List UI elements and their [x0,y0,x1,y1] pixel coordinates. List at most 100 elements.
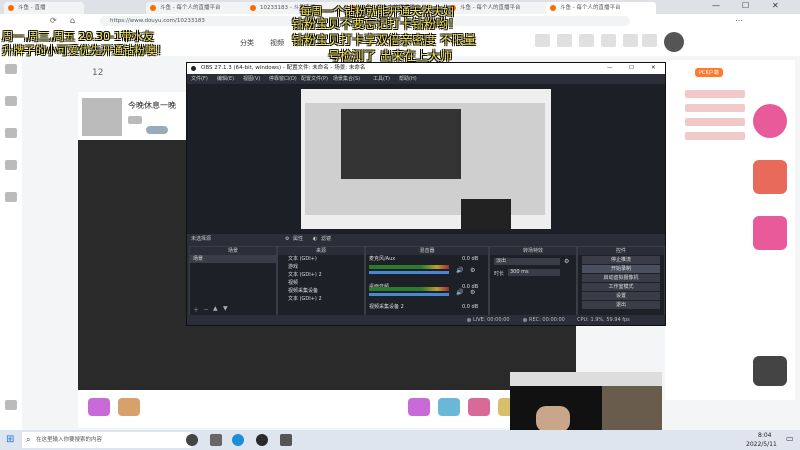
volume-slider[interactable] [369,293,449,296]
speaker-icon[interactable]: 🔊 [456,267,463,274]
filter-icon[interactable]: ◐ [313,234,317,245]
stop-streaming-button[interactable]: 停止推流 [582,256,660,264]
volume-slider[interactable] [369,271,449,274]
remove-icon[interactable]: － [203,305,209,314]
obs-titlebar: OBS 27.1.3 (64-bit, windows) - 配置文件: 未命名… [187,63,665,74]
clock-date[interactable]: 2022/5/11 [746,441,777,448]
gear-icon[interactable]: ⚙ [470,289,475,296]
source-item[interactable]: 文本 (GDI+) [278,255,364,263]
filters-button[interactable]: 滤镜 [321,234,331,245]
menu-edit[interactable]: 编辑(E) [217,74,234,84]
menu-scene-collection[interactable]: 场景集合(S) [333,74,360,84]
close-icon[interactable]: ✕ [772,1,779,10]
task-view-icon[interactable] [210,434,222,446]
fans-badge[interactable]: PCK户端 [695,68,723,77]
nested-obs [341,109,461,179]
source-item[interactable]: 文本 (GDI+) 2 [278,295,364,303]
home-icon[interactable] [5,64,17,74]
home-icon[interactable]: ⌂ [70,16,75,25]
refresh-icon[interactable]: ⟳ [50,16,57,25]
avatar[interactable] [664,32,684,52]
gift-icon[interactable] [88,398,110,416]
follow-icon[interactable] [5,128,17,138]
transition-select[interactable]: 淡出 [494,258,560,265]
activity-icon[interactable] [753,216,787,250]
edge-icon[interactable] [232,434,244,446]
nav-video[interactable]: 视频 [270,38,284,48]
no-source-label: 未选择源 [191,236,212,242]
overlay-line2: 钻粉宝贝不要忘记打卡钻粉哟！ [292,17,461,31]
source-item[interactable]: 视频采集设备 [278,287,364,295]
douyu-icon [150,5,156,11]
taskbar-search[interactable]: 在这里输入你要搜索的内容 [22,432,191,448]
cortana-icon[interactable] [186,434,198,446]
room-title: 今晚休息一晚 [128,101,176,110]
windows-start-icon[interactable]: ⊞ [6,434,14,445]
video-icon[interactable] [5,192,17,202]
add-icon[interactable]: ＋ [193,305,199,314]
history-icon[interactable] [535,34,550,47]
down-icon[interactable]: ▼ [223,305,228,312]
source-item[interactable]: 视频 [278,279,364,287]
browser-tab[interactable]: 斗鱼 - 直播 [4,2,84,14]
gear-icon[interactable]: ⚙ [285,234,289,245]
download-icon[interactable] [579,34,594,47]
settings-button[interactable]: 设置 [582,292,660,300]
virtual-camera-button[interactable]: 启动虚拟摄像机 [582,274,660,282]
source-item[interactable]: 文本 (GDI+) 2 [278,271,364,279]
menu-tools[interactable]: 工具(T) [373,74,390,84]
task-icon[interactable] [623,34,638,47]
minimize-icon[interactable]: — [607,63,613,74]
activity-icon[interactable] [753,104,787,138]
menu-view[interactable]: 视图(V) [243,74,260,84]
up-icon[interactable]: ▲ [213,305,218,312]
gift-icon[interactable] [408,398,430,416]
source-item[interactable]: 游戏 [278,263,364,271]
menu-help[interactable]: 帮助(H) [399,74,417,84]
sources-dock: 来源 文本 (GDI+) 游戏 文本 (GDI+) 2 视频 视频采集设备 文本… [277,246,365,316]
category-icon[interactable] [5,96,17,106]
browser-tab[interactable]: 斗鱼 - 每个人的直播平台 [146,2,256,14]
obs-preview[interactable] [187,84,665,234]
browser-tab[interactable]: 斗鱼 - 每个人的直播平台 [446,2,556,14]
browser-tab-active[interactable]: 斗鱼 - 每个人的直播平台 [546,2,656,14]
app-icon[interactable] [280,434,292,446]
nav-category[interactable]: 分类 [240,38,254,48]
gift-icon[interactable] [438,398,460,416]
studio-mode-button[interactable]: 工作室模式 [582,283,660,291]
maximize-icon[interactable]: ☐ [629,63,634,74]
settings-icon[interactable] [5,400,17,410]
menu-file[interactable]: 文件(F) [191,74,208,84]
menu-docks[interactable]: 停靠窗口(D) [269,74,297,84]
mixer-channel: 视频采集设备 2 0.0 dB [369,304,479,310]
gift-icon[interactable] [118,398,140,416]
close-icon[interactable]: ✕ [651,63,656,74]
follow-icon[interactable] [557,34,572,47]
game-icon[interactable] [5,160,17,170]
duration-input[interactable]: 300 ms [508,269,560,276]
clock-time[interactable]: 8:04 [758,432,771,439]
start-recording-button[interactable]: 开始录制 [582,265,660,273]
gear-icon[interactable]: ⚙ [564,258,569,265]
upload-icon[interactable] [642,34,657,47]
info-tag [685,90,745,98]
activity-icon[interactable] [753,356,787,386]
cpu-fps: CPU: 1.9%, 59.94 fps [577,317,630,323]
obs-taskbar-icon[interactable] [256,434,268,446]
scene-item[interactable]: 场景 [190,255,276,263]
message-icon[interactable] [601,34,616,47]
properties-button[interactable]: 属性 [293,234,303,245]
obs-statusbar: LIVE: 00:00:00 REC: 00:00:00 CPU: 1.9%, … [187,315,665,325]
gift-icon[interactable] [468,398,490,416]
exit-button[interactable]: 退出 [582,301,660,309]
menu-profile[interactable]: 配置文件(P) [301,74,328,84]
minimize-icon[interactable]: — [712,1,720,10]
mixer-dock: 混音器 麦克风/Aux0.0 dB 🔊 ⚙ 桌面音频0.0 dB 🔊 ⚙ 视频采… [365,246,489,316]
activity-icon[interactable] [753,160,787,194]
menu-icon[interactable]: ⋯ [735,16,743,25]
notification-icon[interactable]: ▭ [786,434,794,443]
speaker-icon[interactable]: 🔊 [456,289,463,296]
overlay-left2: 升牌子的小可爱优先开通钻粉噢！ [2,44,167,57]
gear-icon[interactable]: ⚙ [470,267,475,274]
maximize-icon[interactable]: ☐ [742,1,749,10]
